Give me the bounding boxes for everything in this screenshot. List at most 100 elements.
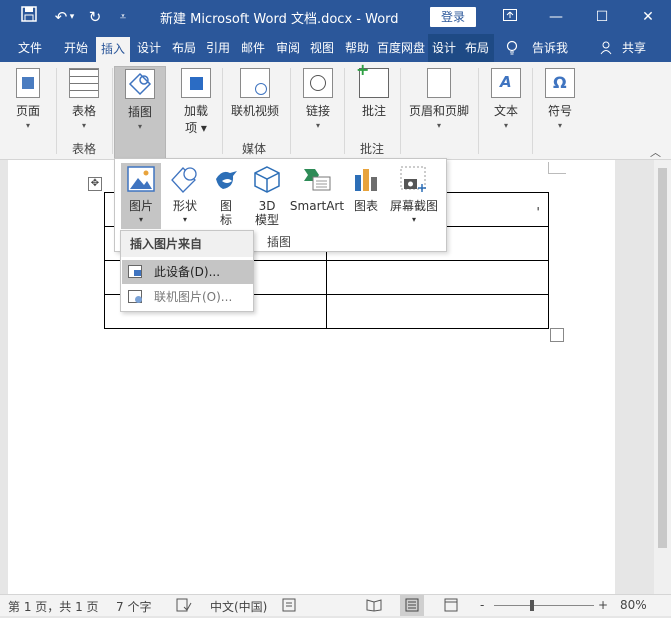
addins-label: 加载 <box>176 102 216 119</box>
tab-file[interactable]: 文件 <box>8 34 52 62</box>
text-button[interactable]: A 文本 ▾ <box>486 66 526 131</box>
status-bar: 第 1 页，共 1 页 7 个字 中文(中国) - + 80% <box>0 594 671 616</box>
symbols-button[interactable]: Ω 符号 ▾ <box>540 66 580 131</box>
online-picture-icon <box>128 290 142 303</box>
share-button[interactable]: 共享 <box>618 34 650 62</box>
table-cell[interactable] <box>326 294 549 329</box>
text-label: 文本 <box>493 104 518 118</box>
close-icon[interactable]: ✕ <box>626 0 670 34</box>
text-box-icon: A <box>491 68 521 98</box>
screenshot-button[interactable]: 屏幕截图 ▾ <box>387 163 441 227</box>
zoom-in-button[interactable]: + <box>598 598 608 612</box>
table-icon <box>69 68 99 98</box>
read-mode-icon[interactable] <box>366 598 382 615</box>
comment-button[interactable]: + 批注 <box>354 62 394 119</box>
smartart-button[interactable]: SmartArt <box>289 163 345 213</box>
tab-mailings[interactable]: 邮件 <box>236 34 270 62</box>
header-footer-label: 页眉和页脚 <box>408 104 469 118</box>
3d-models-button[interactable]: 3D 模型 <box>249 163 285 227</box>
web-layout-icon[interactable] <box>444 598 458 615</box>
separator <box>290 68 291 154</box>
header-footer-button[interactable]: 页眉和页脚 ▾ <box>406 66 472 131</box>
separator <box>222 68 223 154</box>
3d-models-label-line1: 3D <box>258 199 276 213</box>
customize-quick-access-icon[interactable]: ⩡ <box>110 6 136 28</box>
tab-review[interactable]: 审阅 <box>272 34 304 62</box>
illustrations-label: 插图 <box>127 105 152 119</box>
lightbulb-icon[interactable] <box>504 34 520 62</box>
proofing-icon[interactable] <box>176 598 192 615</box>
tab-table-layout[interactable]: 布局 <box>460 34 494 62</box>
chevron-down-icon: ▾ <box>137 122 142 131</box>
chart-label: 图表 <box>353 199 378 213</box>
separator <box>112 68 113 154</box>
tab-home[interactable]: 开始 <box>58 34 94 62</box>
illustrations-icon <box>125 69 155 99</box>
minimize-icon[interactable]: — <box>534 0 578 34</box>
addins-label-line1: 加载 <box>183 104 208 118</box>
undo-dropdown-icon[interactable]: ▾ <box>66 6 78 28</box>
separator <box>532 68 533 154</box>
zoom-out-button[interactable]: - <box>480 598 484 612</box>
redo-icon[interactable]: ↻ <box>82 6 108 28</box>
illustrations-button[interactable]: 插图 ▾ <box>114 66 166 160</box>
zoom-level[interactable]: 80% <box>620 598 647 612</box>
ribbon-tabs: 文件 开始 插入 设计 布局 引用 邮件 审阅 视图 帮助 百度网盘 设计 布局… <box>0 34 671 62</box>
tab-design[interactable]: 设计 <box>132 34 166 62</box>
smartart-label: SmartArt <box>289 199 345 213</box>
link-icon <box>303 68 333 98</box>
group-media-label: 媒体 <box>242 142 267 156</box>
pictures-label: 图片 <box>128 199 153 213</box>
tab-view[interactable]: 视图 <box>306 34 338 62</box>
page-label: 页面 <box>15 104 40 118</box>
shapes-button[interactable]: 形状 ▾ <box>167 163 203 227</box>
tab-insert[interactable]: 插入 <box>96 37 130 62</box>
tab-layout[interactable]: 布局 <box>168 34 200 62</box>
tab-baidu-netdisk[interactable]: 百度网盘 <box>376 34 426 62</box>
group-table-label: 表格 <box>72 142 97 156</box>
zoom-slider[interactable] <box>494 605 594 606</box>
word-count-status[interactable]: 7 个字 <box>116 598 151 615</box>
shapes-label: 形状 <box>172 199 197 213</box>
icons-button[interactable]: 图 标 <box>209 163 243 227</box>
addins-label-line2: 项 ▾ <box>185 121 207 135</box>
picture-icon <box>126 165 156 195</box>
addins-icon <box>181 68 211 98</box>
online-video-button[interactable]: 联机视频 <box>228 66 282 119</box>
pictures-button[interactable]: 图片 ▾ <box>121 163 161 229</box>
page-count-status[interactable]: 第 1 页，共 1 页 <box>8 598 99 615</box>
insert-picture-from-menu: 插入图片来自 此设备(D)... 联机图片(O)... <box>120 230 254 312</box>
maximize-icon[interactable]: ☐ <box>580 0 624 34</box>
chevron-down-icon: ▾ <box>182 215 187 224</box>
language-status[interactable]: 中文(中国) <box>210 598 267 615</box>
chevron-down-icon: ▾ <box>315 121 320 130</box>
table-button[interactable]: 表格 ▾ <box>64 66 104 131</box>
table-cell[interactable] <box>326 260 549 295</box>
tab-references[interactable]: 引用 <box>202 34 234 62</box>
accessibility-icon[interactable] <box>282 598 296 615</box>
tab-help[interactable]: 帮助 <box>340 34 374 62</box>
bar-chart-icon <box>351 165 381 195</box>
collapse-ribbon-icon[interactable]: ︿ <box>650 144 661 160</box>
menu-item-online-pictures[interactable]: 联机图片(O)... <box>122 285 253 309</box>
chevron-down-icon: ▾ <box>25 121 30 130</box>
table-move-handle-icon[interactable]: ✥ <box>88 177 102 191</box>
page-button[interactable]: 页面 ▾ <box>8 66 48 131</box>
print-layout-icon[interactable] <box>400 595 424 616</box>
vertical-scrollbar[interactable] <box>654 160 671 594</box>
addins-button[interactable]: 加载 项 ▾ <box>176 66 216 136</box>
login-button[interactable]: 登录 <box>430 7 476 27</box>
share-person-icon[interactable] <box>598 34 614 62</box>
links-button[interactable]: 链接 ▾ <box>298 66 338 131</box>
tell-me-search[interactable]: 告诉我 <box>528 34 572 62</box>
chart-button[interactable]: 图表 <box>349 163 383 213</box>
zoom-slider-thumb[interactable] <box>530 600 534 611</box>
ribbon-display-options-icon[interactable] <box>488 0 532 34</box>
tab-table-design[interactable]: 设计 <box>428 34 460 62</box>
comment-icon: + <box>356 62 389 98</box>
separator <box>400 68 401 154</box>
save-icon[interactable] <box>16 6 42 28</box>
menu-item-this-device[interactable]: 此设备(D)... <box>122 260 253 284</box>
table-resize-handle[interactable] <box>550 328 564 342</box>
scrollbar-thumb[interactable] <box>658 168 667 548</box>
